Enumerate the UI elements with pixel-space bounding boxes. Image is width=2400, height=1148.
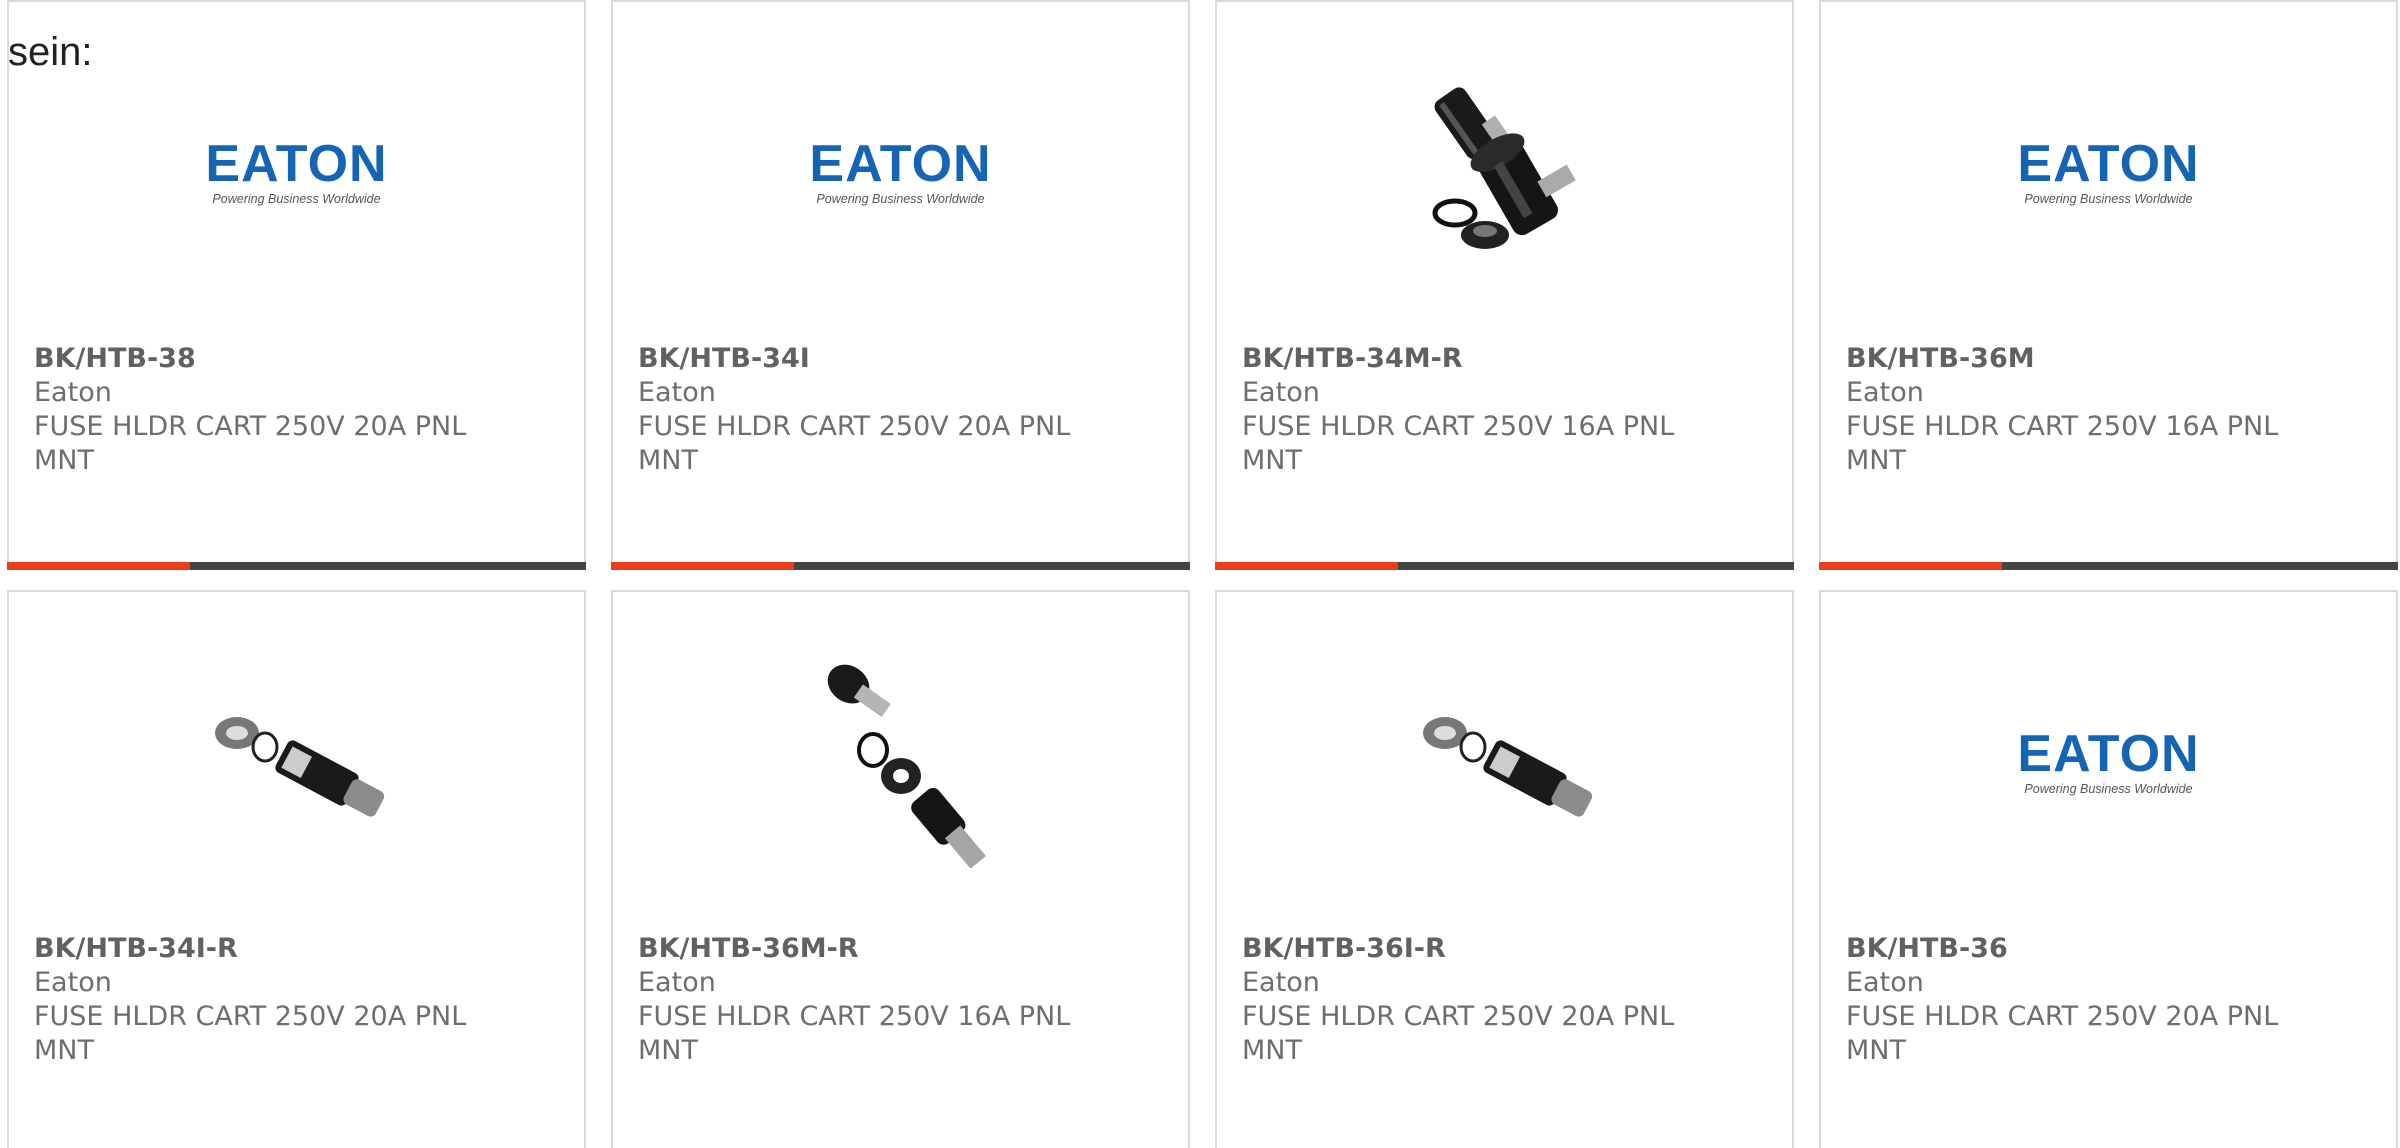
product-card[interactable]: BK/HTB-36M-R Eaton FUSE HLDR CART 250V 1… (611, 590, 1190, 1148)
part-number-link[interactable]: BK/HTB-36M (1846, 342, 2326, 376)
manufacturer: Eaton (34, 377, 112, 408)
product-description: FUSE HLDR CART 250V 20A PNL MNT (34, 1001, 467, 1066)
part-number-link[interactable]: BK/HTB-36I-R (1242, 932, 1722, 966)
manufacturer: Eaton (1242, 967, 1320, 998)
product-image[interactable] (1217, 60, 1792, 286)
manufacturer: Eaton (34, 967, 112, 998)
intro-text: sein: (8, 30, 93, 74)
fuse-holder-exploded-photo (827, 664, 986, 868)
product-image[interactable]: EATON Powering Business Worldwide (1821, 60, 2396, 286)
card-bottom-bar (1819, 562, 2398, 570)
manufacturer: Eaton (1242, 377, 1320, 408)
card-bottom-bar (1215, 562, 1794, 570)
part-number-link[interactable]: BK/HTB-38 (34, 342, 514, 376)
part-number-link[interactable]: BK/HTB-36M-R (638, 932, 1118, 966)
product-description: FUSE HLDR CART 250V 16A PNL MNT (1242, 411, 1675, 476)
part-number-link[interactable]: BK/HTB-36 (1846, 932, 2326, 966)
product-card[interactable]: BK/HTB-34I-R Eaton FUSE HLDR CART 250V 2… (7, 590, 586, 1148)
product-card[interactable]: EATON Powering Business Worldwide BK/HTB… (611, 0, 1190, 570)
card-bottom-bar (611, 562, 1190, 570)
eaton-logo: EATON Powering Business Worldwide (2017, 135, 2200, 206)
product-card[interactable]: EATON Powering Business Worldwide BK/HTB… (1819, 590, 2398, 1148)
card-bottom-bar (7, 562, 586, 570)
part-number-link[interactable]: BK/HTB-34I-R (34, 932, 514, 966)
product-description: FUSE HLDR CART 250V 20A PNL MNT (1846, 1001, 2279, 1066)
product-card[interactable]: BK/HTB-36I-R Eaton FUSE HLDR CART 250V 2… (1215, 590, 1794, 1148)
manufacturer: Eaton (1846, 377, 1924, 408)
manufacturer: Eaton (638, 967, 716, 998)
product-image[interactable]: EATON Powering Business Worldwide (1821, 650, 2396, 876)
product-description: FUSE HLDR CART 250V 20A PNL MNT (638, 411, 1071, 476)
product-description: FUSE HLDR CART 250V 20A PNL MNT (34, 411, 467, 476)
eaton-logo: EATON Powering Business Worldwide (205, 135, 388, 206)
eaton-logo: EATON Powering Business Worldwide (809, 135, 992, 206)
product-card[interactable]: EATON Powering Business Worldwide BK/HTB… (7, 0, 586, 570)
product-card[interactable]: EATON Powering Business Worldwide BK/HTB… (1819, 0, 2398, 570)
product-description: FUSE HLDR CART 250V 20A PNL MNT (1242, 1001, 1675, 1066)
product-image[interactable] (613, 650, 1188, 876)
product-image[interactable] (1217, 650, 1792, 876)
manufacturer: Eaton (638, 377, 716, 408)
part-number-link[interactable]: BK/HTB-34M-R (1242, 342, 1722, 376)
product-image[interactable]: EATON Powering Business Worldwide (613, 60, 1188, 286)
part-number-link[interactable]: BK/HTB-34I (638, 342, 1118, 376)
fuse-holder-diagonal-photo (214, 717, 384, 817)
product-image[interactable] (9, 650, 584, 876)
product-description: FUSE HLDR CART 250V 16A PNL MNT (638, 1001, 1071, 1066)
product-description: FUSE HLDR CART 250V 16A PNL MNT (1846, 411, 2279, 476)
fuse-holder-diagonal-photo (1422, 717, 1592, 817)
manufacturer: Eaton (1846, 967, 1924, 998)
eaton-logo: EATON Powering Business Worldwide (2017, 725, 2200, 796)
product-card[interactable]: BK/HTB-34M-R Eaton FUSE HLDR CART 250V 1… (1215, 0, 1794, 570)
product-image[interactable]: EATON Powering Business Worldwide (9, 60, 584, 286)
fuse-holder-vertical-photo (1404, 73, 1605, 273)
